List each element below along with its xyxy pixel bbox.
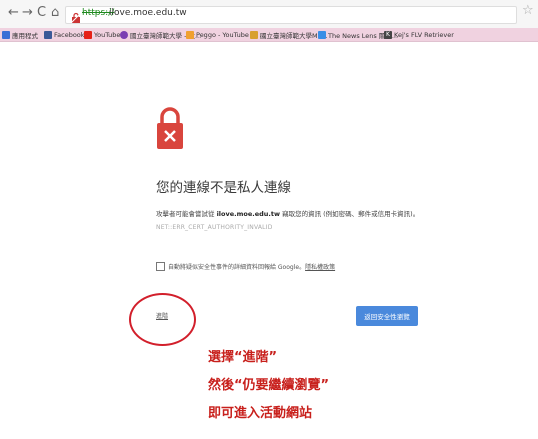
facebook-icon — [44, 30, 52, 39]
back-arrow-icon[interactable]: ← — [8, 6, 19, 20]
university-icon — [250, 30, 258, 39]
bookmark-youtube[interactable]: YouTube — [84, 29, 120, 40]
url-host: ilove.moe.edu.tw — [109, 8, 187, 18]
bookmark-label: Kej's FLV Retriever — [394, 30, 454, 39]
address-bar[interactable]: https:// ilove.moe.edu.tw — [65, 6, 517, 24]
home-icon[interactable]: ⌂ — [51, 6, 59, 20]
privacy-policy-link[interactable]: 隱私權政策 — [305, 264, 335, 271]
padlock-error-icon — [156, 106, 184, 150]
forward-arrow-icon[interactable]: → — [22, 6, 33, 20]
k-icon: K — [384, 30, 392, 39]
bookmark-label: Facebook — [54, 30, 85, 39]
annotation-line-1: 選擇“進階” — [208, 350, 278, 365]
checkbox-text: 自動將疑似安全性事件的詳細資料回報給 Google。 — [168, 264, 306, 271]
bookmark-flv-retriever[interactable]: K Kej's FLV Retriever — [384, 29, 454, 40]
page-title: 您的連線不是私人連線 — [156, 180, 291, 196]
bookmark-label: 應用程式 — [12, 31, 38, 40]
annotation-circle — [129, 293, 196, 346]
apps-grid-icon — [2, 30, 10, 39]
desc-prefix: 攻擊者可能會嘗試從 — [156, 210, 217, 218]
annotation-line-3: 即可進入活動網站 — [208, 406, 313, 421]
bookmark-star-icon[interactable]: ☆ — [522, 4, 534, 18]
annotation-line-2: 然後“仍要繼續瀏覽” — [208, 378, 330, 393]
reload-icon[interactable]: C — [37, 6, 46, 20]
broken-lock-icon[interactable] — [70, 9, 82, 24]
report-checkbox-label: 自動將疑似安全性事件的詳細資料回報給 Google。隱私權政策 — [168, 262, 335, 271]
browser-toolbar: ← → C ⌂ https:// ilove.moe.edu.tw ☆ — [0, 0, 538, 28]
university-icon — [120, 30, 128, 39]
bookmark-facebook[interactable]: Facebook — [44, 29, 85, 40]
report-checkbox[interactable] — [156, 262, 165, 271]
peggo-icon — [186, 30, 194, 39]
newslens-icon — [318, 30, 326, 39]
error-description: 攻擊者可能會嘗試從 ilove.moe.edu.tw 竊取您的資訊 (例如密碼、… — [156, 208, 419, 218]
bookmark-apps[interactable]: 應用程式 — [2, 29, 38, 40]
desc-host: ilove.moe.edu.tw — [216, 210, 281, 218]
bookmark-label: YouTube — [94, 30, 121, 39]
bookmark-ntnu-mo[interactable]: 國立臺灣師範大學Mo... — [250, 29, 328, 40]
back-to-safety-button[interactable]: 返回安全性瀏覽 — [356, 306, 418, 326]
desc-suffix: 竊取您的資訊 (例如密碼、郵件或信用卡資訊)。 — [280, 210, 420, 218]
youtube-icon — [84, 30, 92, 39]
error-code[interactable]: NET::ERR_CERT_AUTHORITY_INVALID — [156, 224, 273, 231]
bookmarks-bar: 應用程式 Facebook YouTube 國立臺灣師範大學 - 大... Pe… — [0, 28, 538, 42]
